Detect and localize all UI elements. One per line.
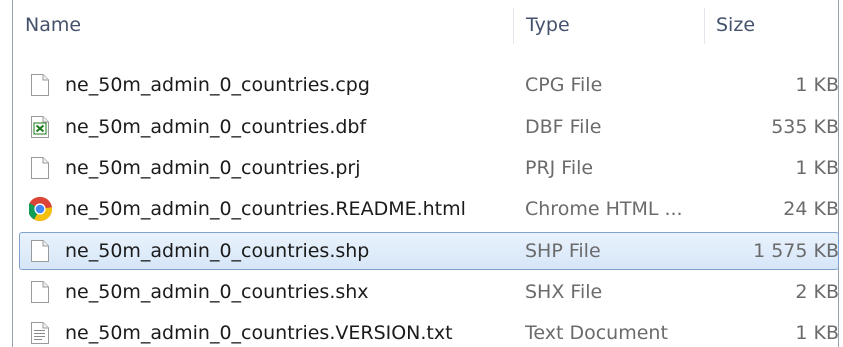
file-explorer-list: Name Type Size ne_50m_admin_0_countries.… [0, 0, 843, 347]
blank-file-icon [29, 66, 55, 104]
file-size: 24 KB [783, 198, 839, 220]
file-size: 2 KB [795, 281, 839, 303]
file-name: ne_50m_admin_0_countries.prj [65, 157, 361, 179]
file-name: ne_50m_admin_0_countries.README.html [65, 198, 466, 220]
file-type: SHX File [525, 281, 603, 303]
file-row-selected[interactable]: ne_50m_admin_0_countries.shp SHP File 1 … [17, 232, 839, 270]
file-size: 1 575 KB [753, 240, 839, 262]
file-type: Chrome HTML ... [525, 198, 683, 220]
column-divider[interactable] [704, 8, 705, 44]
file-type: CPG File [525, 74, 603, 96]
blank-file-icon [29, 232, 55, 270]
file-size: 1 KB [795, 322, 839, 344]
file-size: 1 KB [795, 74, 839, 96]
column-header-size[interactable]: Size [716, 0, 836, 46]
blank-file-icon [29, 273, 55, 311]
file-size: 1 KB [795, 157, 839, 179]
file-row[interactable]: ne_50m_admin_0_countries.prj PRJ File 1 … [17, 149, 839, 187]
file-type: PRJ File [525, 157, 594, 179]
file-size: 535 KB [771, 116, 839, 138]
file-row[interactable]: ne_50m_admin_0_countries.VERSION.txt Tex… [17, 314, 839, 347]
file-name: ne_50m_admin_0_countries.cpg [65, 74, 370, 96]
blank-file-icon [29, 149, 55, 187]
file-row[interactable]: ne_50m_admin_0_countries.dbf DBF File 53… [17, 108, 839, 146]
column-header-type[interactable]: Type [526, 0, 696, 46]
file-name: ne_50m_admin_0_countries.VERSION.txt [65, 322, 453, 344]
chrome-icon [29, 190, 55, 228]
file-row[interactable]: ne_50m_admin_0_countries.cpg CPG File 1 … [17, 66, 839, 104]
text-file-icon [29, 314, 55, 347]
file-type: SHP File [525, 240, 601, 262]
file-row[interactable]: ne_50m_admin_0_countries.shx SHX File 2 … [17, 273, 839, 311]
column-header-name[interactable]: Name [25, 0, 505, 46]
file-type: Text Document [525, 322, 668, 344]
list-left-border [12, 0, 13, 347]
file-row[interactable]: ne_50m_admin_0_countries.README.html Chr… [17, 190, 839, 228]
column-header-bar: Name Type Size [13, 0, 838, 46]
file-name: ne_50m_admin_0_countries.shx [65, 281, 369, 303]
file-name: ne_50m_admin_0_countries.dbf [65, 116, 367, 138]
column-divider[interactable] [513, 8, 514, 44]
file-name: ne_50m_admin_0_countries.shp [65, 240, 370, 262]
excel-file-icon [29, 108, 55, 146]
file-type: DBF File [525, 116, 602, 138]
